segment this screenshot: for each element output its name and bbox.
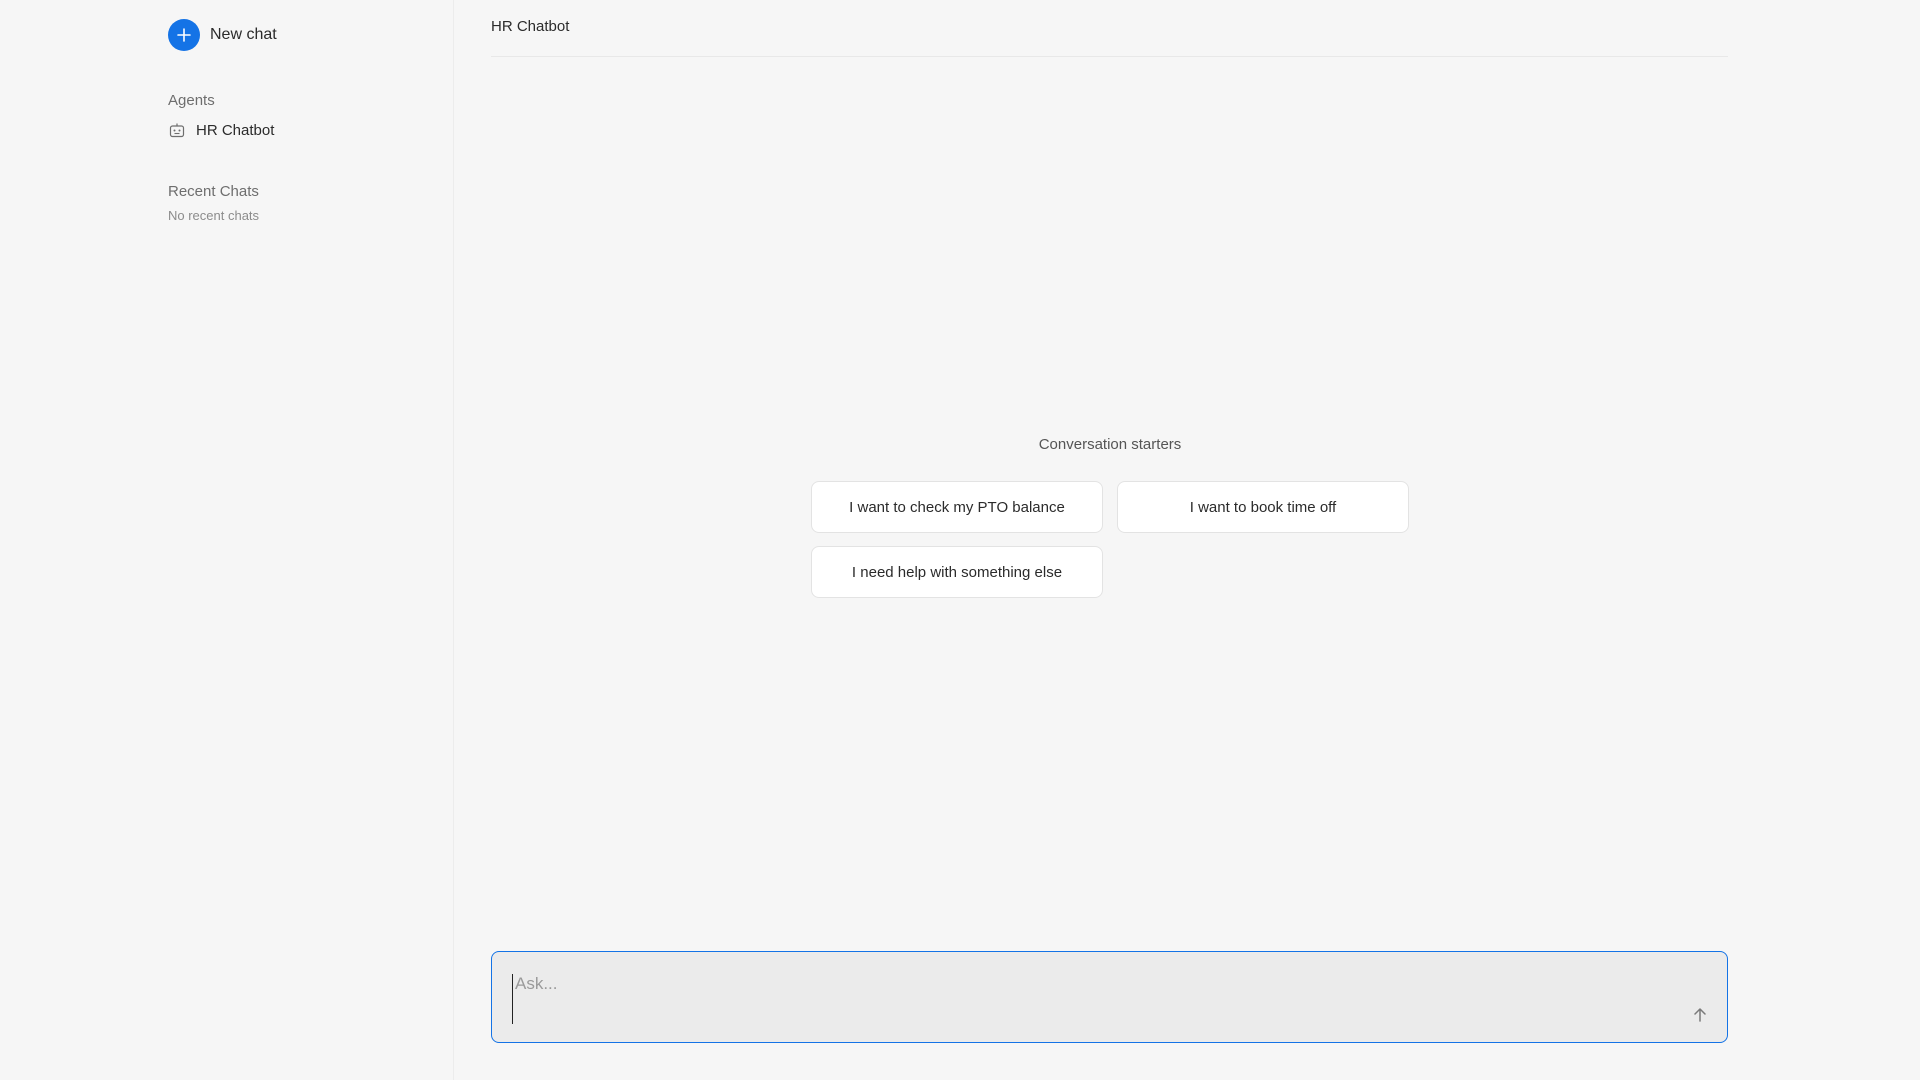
conversation-starters: Conversation starters I want to check my…	[455, 436, 1765, 598]
bot-icon	[168, 121, 186, 139]
agents-section-title: Agents	[168, 92, 215, 109]
page-title: HR Chatbot	[491, 18, 570, 35]
arrow-up-icon	[1692, 1007, 1708, 1028]
sidebar: New chat Agents HR Chatbot Recent Chats …	[0, 0, 454, 1080]
new-chat-label: New chat	[210, 26, 277, 43]
conversation-starters-title: Conversation starters	[1038, 436, 1182, 453]
starter-check-pto-button[interactable]: I want to check my PTO balance	[811, 481, 1103, 533]
send-button[interactable]	[1687, 1004, 1713, 1030]
chat-header: HR Chatbot	[491, 0, 1728, 57]
starter-help-else-button[interactable]: I need help with something else	[811, 546, 1103, 598]
message-composer	[491, 951, 1728, 1043]
app-root: New chat Agents HR Chatbot Recent Chats …	[0, 0, 1920, 1080]
recent-chats-section-title: Recent Chats	[168, 183, 259, 200]
sidebar-item-hr-chatbot[interactable]: HR Chatbot	[168, 118, 274, 142]
message-input[interactable]	[512, 974, 1662, 1024]
plus-icon	[168, 19, 200, 51]
sidebar-item-label: HR Chatbot	[196, 121, 275, 139]
main-panel: HR Chatbot Conversation starters I want …	[455, 0, 1920, 1080]
new-chat-button[interactable]: New chat	[168, 18, 277, 52]
no-recent-chats-text: No recent chats	[168, 208, 260, 223]
starter-book-time-off-button[interactable]: I want to book time off	[1117, 481, 1409, 533]
